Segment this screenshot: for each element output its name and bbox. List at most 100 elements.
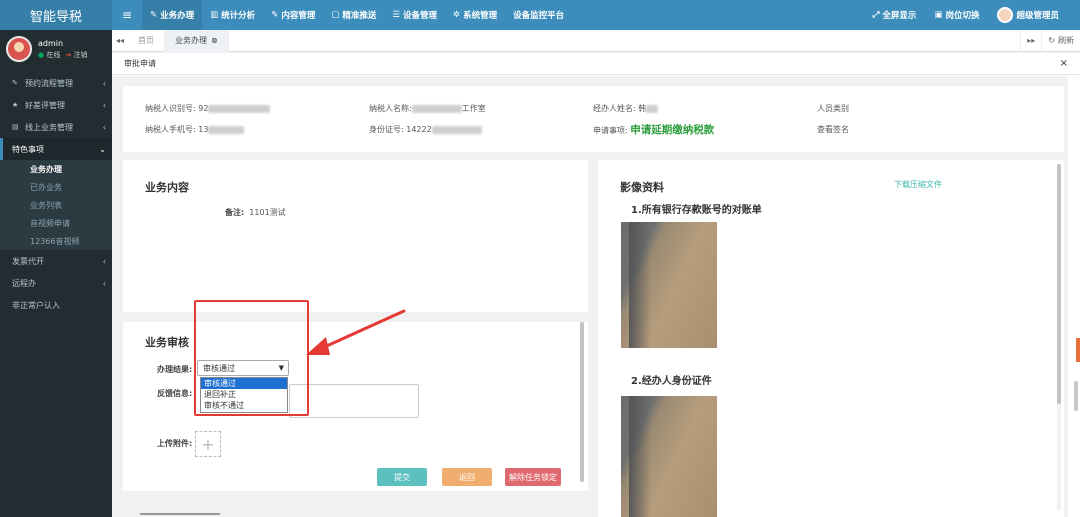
sidebar-subitem-handle[interactable]: 业务办理 bbox=[0, 160, 112, 178]
main-content: 审批申请 × 纳税人识别号: 92 纳税人名称: 工作室 经办人姓名: 韩 人员类… bbox=[112, 53, 1080, 517]
masked-value bbox=[411, 104, 462, 113]
sidebar-subitem-12366[interactable]: 12366音视频 bbox=[0, 232, 112, 250]
chevron-left-icon: ‹ bbox=[102, 100, 106, 110]
person-type: 人员类别 bbox=[817, 104, 849, 113]
logout-icon: ➜ bbox=[65, 50, 72, 59]
sidebar-menu: ✎ 预约流程管理 ‹ ★ 好差评管理 ‹ ▤ 线上业务管理 ‹ 特色事项 ⌄ 业务办理 已办业… bbox=[0, 72, 112, 316]
avatar bbox=[997, 7, 1014, 23]
main-scrollbar[interactable] bbox=[1072, 76, 1078, 517]
avatar bbox=[6, 36, 32, 62]
taxpayer-name: 纳税人名称: 工作室 bbox=[369, 104, 486, 113]
map-icon: ▢ bbox=[331, 10, 340, 20]
image-section-id: 2.经办人身份证件 bbox=[631, 376, 712, 387]
sidebar-item-special[interactable]: 特色事项 ⌄ bbox=[0, 138, 112, 160]
masked-value bbox=[208, 125, 245, 134]
unlock-task-button[interactable]: 解除任务锁定 bbox=[505, 468, 561, 486]
tab-home[interactable]: 首页 bbox=[128, 29, 165, 52]
result-label: 办理结果: bbox=[157, 365, 193, 374]
topnav-monitor[interactable]: 设备监控平台 bbox=[505, 0, 572, 30]
chevron-down-icon: ⌄ bbox=[99, 144, 106, 154]
sidebar-subitem-av-apply[interactable]: 音视频申请 bbox=[0, 214, 112, 232]
image-data-card: 影像资料 下载压缩文件 1.所有银行存款账号的对账单 2.经办人身份证件 bbox=[598, 160, 1064, 517]
back-button[interactable]: 返回 bbox=[442, 468, 492, 486]
upload-plus-icon[interactable]: + bbox=[195, 431, 221, 457]
masked-value bbox=[208, 104, 271, 113]
top-nav: ✎ 业务办理 ▥ 统计分析 ✎ 内容管理 ▢ 精准推送 ☰ 设备管理 ✲ 系统管理 设备监控… bbox=[142, 0, 572, 30]
apply-item: 申请事项: 申请延期缴纳税款 bbox=[593, 124, 715, 136]
sidebar-item-rating[interactable]: ★ 好差评管理 ‹ bbox=[0, 94, 112, 116]
business-content-card: 业务内容 备注: 1101测试 bbox=[123, 160, 588, 312]
audit-scrollbar[interactable] bbox=[580, 322, 584, 482]
app-brand[interactable]: 智能导税 bbox=[0, 0, 112, 30]
image-scrollbar[interactable] bbox=[1057, 164, 1061, 510]
close-icon[interactable]: × bbox=[1060, 58, 1068, 69]
download-zip-link[interactable]: 下载压缩文件 bbox=[894, 179, 942, 190]
upload-label: 上传附件: bbox=[157, 439, 193, 448]
bottom-divider bbox=[140, 513, 220, 515]
sidebar-subitem-done[interactable]: 已办业务 bbox=[0, 178, 112, 196]
pen-icon: ✎ bbox=[150, 10, 158, 20]
taxpayer-id: 纳税人识别号: 92 bbox=[145, 103, 271, 114]
tag-icon: ✎ bbox=[12, 79, 18, 87]
topnav-content[interactable]: ✎ 内容管理 bbox=[263, 0, 323, 30]
side-widget-tab[interactable] bbox=[1076, 338, 1080, 362]
menu-toggle-icon[interactable]: ≡ bbox=[112, 8, 142, 22]
taxpayer-phone: 纳税人手机号: 13 bbox=[145, 124, 245, 135]
topnav-system[interactable]: ✲ 系统管理 bbox=[445, 0, 505, 30]
fullscreen-button[interactable]: ⤢ 全屏显示 bbox=[864, 9, 926, 21]
taxpayer-idcard: 身份证号: 14222 bbox=[369, 124, 482, 135]
refresh-button[interactable]: ↻ 刷新 bbox=[1041, 29, 1080, 52]
id-card-image[interactable] bbox=[621, 396, 717, 517]
tab-scroll-left-icon[interactable]: ◂◂ bbox=[112, 36, 128, 45]
sidebar: admin ● 在线 ➜ 注销 ✎ 预约流程管理 ‹ ★ 好差评管理 ‹ ▤ 线上业务管理… bbox=[0, 30, 112, 517]
top-right-tools: ⤢ 全屏显示 ▣ 岗位切换 超级管理员 bbox=[864, 0, 1080, 30]
business-content-title: 业务内容 bbox=[145, 181, 189, 194]
top-navbar: 智能导税 ≡ ✎ 业务办理 ▥ 统计分析 ✎ 内容管理 ▢ 精准推送 ☰ 设备管理 ✲ 系统… bbox=[0, 0, 1080, 30]
image-data-title: 影像资料 bbox=[620, 181, 664, 194]
feedback-label: 反馈信息: bbox=[157, 389, 193, 398]
gear-icon: ✲ bbox=[453, 10, 461, 20]
annotation-arrow-icon bbox=[306, 309, 406, 355]
dialog-title: 审批申请 bbox=[124, 59, 156, 68]
switch-role-button[interactable]: ▣ 岗位切换 bbox=[925, 9, 988, 21]
online-dot-icon: ● bbox=[38, 50, 45, 59]
online-status: ● 在线 bbox=[38, 50, 61, 59]
chevron-left-icon: ‹ bbox=[102, 78, 106, 88]
dialog-body: 纳税人识别号: 92 纳税人名称: 工作室 经办人姓名: 韩 人员类别 纳税人手机… bbox=[112, 76, 1068, 517]
chevron-left-icon: ‹ bbox=[102, 278, 106, 288]
bar-chart-icon: ▥ bbox=[210, 10, 219, 20]
topnav-push[interactable]: ▢ 精准推送 bbox=[323, 0, 384, 30]
tab-bar: ◂◂ 首页 业务办理 ⊗ ▸▸ ↻ 刷新 bbox=[112, 29, 1080, 52]
masked-value bbox=[646, 104, 659, 113]
switch-icon: ▣ bbox=[934, 10, 943, 20]
sidebar-item-online[interactable]: ▤ 线上业务管理 ‹ bbox=[0, 116, 112, 138]
logout-link[interactable]: ➜ 注销 bbox=[65, 50, 87, 60]
sidebar-submenu: 业务办理 已办业务 业务列表 音视频申请 12366音视频 bbox=[0, 160, 112, 250]
edit-icon: ✎ bbox=[271, 10, 279, 20]
user-menu[interactable]: 超级管理员 bbox=[988, 7, 1068, 23]
sidebar-item-appointment[interactable]: ✎ 预约流程管理 ‹ bbox=[0, 72, 112, 94]
user-name: admin bbox=[38, 38, 64, 48]
remark: 备注: 1101测试 bbox=[225, 208, 286, 217]
list-icon: ☰ bbox=[392, 10, 400, 20]
bank-statement-image[interactable] bbox=[621, 222, 717, 348]
topnav-statistics[interactable]: ▥ 统计分析 bbox=[202, 0, 263, 30]
sidebar-item-remote[interactable]: 远程办 ‹ bbox=[0, 272, 112, 294]
chevron-left-icon: ‹ bbox=[102, 256, 106, 266]
tab-business[interactable]: 业务办理 ⊗ bbox=[165, 29, 229, 52]
refresh-icon: ↻ bbox=[1048, 36, 1055, 45]
image-section-bank: 1.所有银行存款账号的对账单 bbox=[631, 205, 762, 216]
topnav-device[interactable]: ☰ 设备管理 bbox=[384, 0, 445, 30]
tab-scroll-right-icon[interactable]: ▸▸ bbox=[1020, 29, 1041, 52]
user-panel: admin ● 在线 ➜ 注销 bbox=[0, 30, 112, 68]
audit-title: 业务审核 bbox=[145, 336, 189, 349]
topnav-business[interactable]: ✎ 业务办理 bbox=[142, 0, 203, 30]
annotation-highlight-box bbox=[194, 300, 309, 416]
chevron-left-icon: ‹ bbox=[102, 122, 106, 132]
close-icon[interactable]: ⊗ bbox=[211, 36, 218, 45]
sidebar-subitem-list[interactable]: 业务列表 bbox=[0, 196, 112, 214]
sidebar-item-abnormal[interactable]: 非正常户认入 bbox=[0, 294, 112, 316]
view-signature-link[interactable]: 查看签名 bbox=[817, 124, 849, 135]
sidebar-item-invoice[interactable]: 发票代开 ‹ bbox=[0, 250, 112, 272]
submit-button[interactable]: 提交 bbox=[377, 468, 427, 486]
